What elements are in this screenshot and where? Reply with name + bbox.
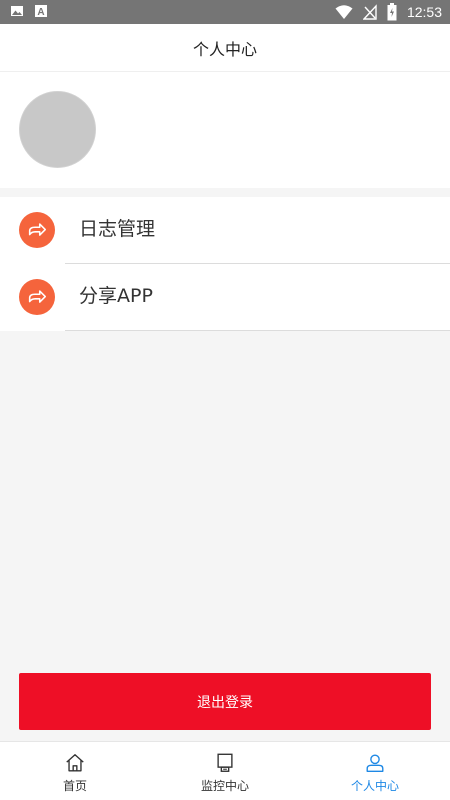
tab-label: 个人中心 <box>350 779 399 793</box>
tab-label: 监控中心 <box>200 779 249 793</box>
menu-item-log-management[interactable]: 日志管理 <box>0 197 450 264</box>
menu-item-share-app[interactable]: 分享APP <box>0 264 450 331</box>
status-bar: A 12:53 <box>0 0 450 24</box>
tab-personal-center[interactable]: 个人中心 <box>300 742 450 800</box>
bottom-tab-bar: 首页 监控中心 个人中心 <box>0 741 450 800</box>
battery-icon <box>387 3 397 21</box>
status-time: 12:53 <box>406 4 442 20</box>
a-icon: A <box>35 5 47 18</box>
header-bar: 个人中心 <box>0 24 450 72</box>
wifi-icon <box>335 5 353 19</box>
share-arrow-icon <box>19 212 55 248</box>
menu-item-label: 日志管理 <box>79 218 156 240</box>
divider <box>65 330 450 331</box>
no-signal-icon <box>362 4 377 20</box>
monitor-icon <box>217 753 233 772</box>
home-icon <box>66 754 84 772</box>
avatar[interactable] <box>19 91 96 168</box>
menu-list: 日志管理 分享APP <box>0 197 450 331</box>
menu-item-label: 分享APP <box>79 285 153 307</box>
svg-text:A: A <box>37 7 44 18</box>
tab-home[interactable]: 首页 <box>0 742 150 800</box>
user-icon <box>366 754 384 772</box>
image-icon <box>11 6 23 16</box>
tab-monitor-center[interactable]: 监控中心 <box>150 742 300 800</box>
tab-label: 首页 <box>62 779 87 793</box>
page-title: 个人中心 <box>192 39 257 59</box>
logout-button[interactable]: 退出登录 <box>19 673 431 730</box>
profile-section <box>0 72 450 188</box>
share-arrow-icon <box>19 279 55 315</box>
